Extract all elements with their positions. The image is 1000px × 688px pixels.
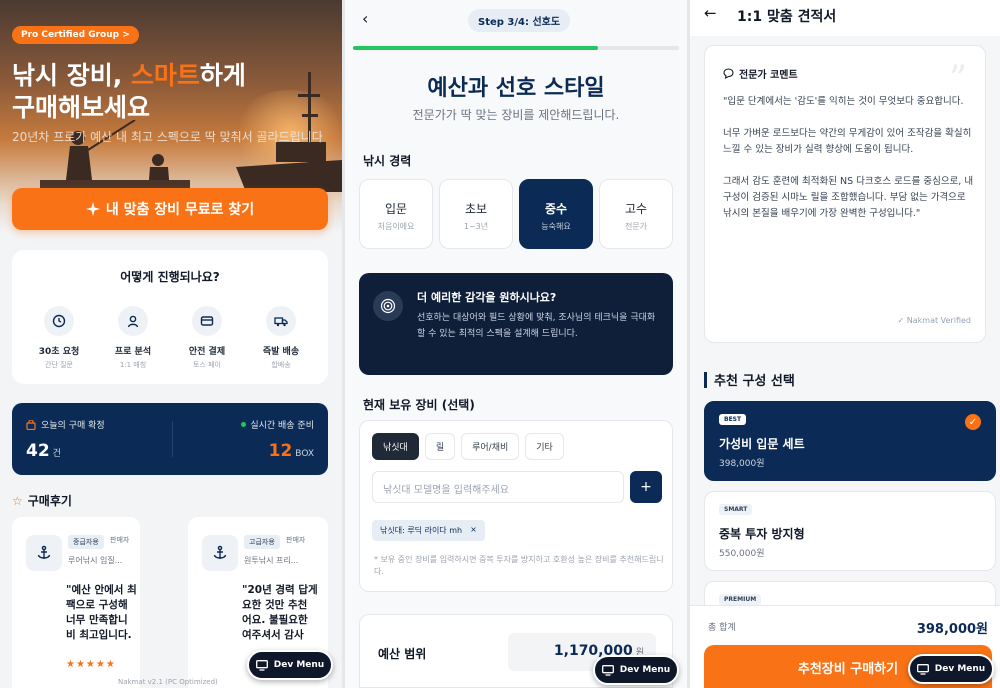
dev-menu-button[interactable]: Dev Menu — [247, 650, 333, 680]
add-gear-button[interactable]: + — [630, 471, 662, 503]
dev-menu-button[interactable]: Dev Menu — [593, 655, 679, 685]
total-value: 398,000원 — [916, 622, 988, 637]
chip-etc[interactable]: 기타 — [525, 433, 564, 460]
tip-card: 더 예리한 감각을 원하시나요? 선호하는 대상어와 필드 상황에 맞춰, 조사… — [359, 273, 673, 375]
stat-left-value: 42 건 — [26, 441, 61, 461]
level-intermediate[interactable]: 중수 능숙해요 — [519, 179, 593, 249]
hero-subtitle: 20년차 프로가 예산 내 최고 스펙으로 딱 맞춰서 골라드립니다 — [12, 130, 323, 144]
live-dot — [241, 422, 247, 427]
progress-bar — [353, 46, 679, 50]
home-panel: Pro Certified Group > 낚시 장비, 스마트하게 구매해보세요… — [0, 0, 342, 688]
clock-icon — [44, 306, 74, 336]
sparkle-icon — [85, 202, 100, 216]
process-card: 어떻게 진행되나요? 30초 요청 간단 질문 프로 분석 1:1 매칭 안전 … — [12, 250, 328, 384]
version-text: Nakmat v2.1 (PC Optimized) — [118, 678, 218, 686]
step-payment: 안전 결제 토스 페이 — [174, 306, 240, 370]
total-label: 총 합계 — [708, 623, 736, 633]
expert-comment-card: 전문가 코멘트 ” "입문 단계에서는 '감도'를 익히는 것이 무엇보다 중요… — [704, 45, 986, 343]
find-gear-label: 내 맞춤 장비 무료로 찾기 — [105, 202, 255, 218]
budget-label: 예산 범위 — [378, 647, 427, 661]
stats-card: 오늘의 구매 확정 42 건 실시간 배송 준비 12 BOX — [12, 403, 328, 475]
comment-text: "입문 단계에서는 '감도'를 익히는 것이 무엇보다 중요합니다. 너무 가벼… — [723, 96, 974, 219]
page-title: 예산과 선호 스타일 — [427, 76, 605, 101]
tip-body: 선호하는 대상어와 필드 상황에 맞춰, 조사님의 테크닉을 극대화할 수 있는… — [417, 313, 656, 339]
target-icon — [373, 291, 403, 321]
review-product: 루어낚시 입질... — [68, 556, 123, 565]
review-seller: 판매자 — [286, 536, 306, 544]
level-beginner[interactable]: 입문 처음이에요 — [359, 179, 433, 249]
step-request: 30초 요청 간단 질문 — [26, 306, 92, 370]
review-level-tag: 중급자용 — [68, 535, 104, 549]
gear-label: 현재 보유 장비 (선택) — [363, 398, 475, 412]
gear-model-input[interactable]: 낚싯대 모델명을 입력해주세요 — [372, 471, 624, 503]
review-body: "20년 경력 답게 요한 것만 추천 어요. 불필요한 여주셔서 감사 — [242, 584, 318, 641]
monitor-icon — [916, 663, 929, 675]
quote-panel: ← 1:1 맞춤 견적서 전문가 코멘트 ” "입문 단계에서는 '감도'를 익… — [690, 0, 1000, 688]
monitor-icon — [601, 664, 614, 676]
progress-fill — [353, 46, 598, 50]
card-icon — [192, 306, 222, 336]
stat-right-label: 실시간 배송 준비 — [241, 418, 314, 431]
review-stars: ★★★★★ — [66, 659, 116, 670]
step-analysis: 프로 분석 1:1 매칭 — [100, 306, 166, 370]
step-delivery: 즉발 배송 합배송 — [248, 306, 314, 370]
hero-headline: 낚시 장비, 스마트하게 구매해보세요 — [12, 61, 246, 122]
dev-menu-button[interactable]: Dev Menu — [908, 654, 994, 684]
gear-card: 낚싯대 릴 루어/채비 기타 낚싯대 모델명을 입력해주세요 + 낚싯대: 루딕… — [359, 420, 673, 592]
level-expert[interactable]: 고수 전문가 — [599, 179, 673, 249]
experience-label: 낚시 경력 — [363, 154, 412, 168]
chip-rod[interactable]: 낚싯대 — [372, 433, 419, 460]
check-icon: ✓ — [965, 414, 981, 430]
chip-lure[interactable]: 루어/채비 — [461, 433, 520, 460]
review-level-tag: 고급자용 — [244, 535, 280, 549]
gear-tag: 낚싯대: 루딕 라이다 mh × — [372, 520, 485, 541]
comment-heading: 전문가 코멘트 — [723, 66, 798, 81]
page-title: 1:1 맞춤 견적서 — [737, 9, 837, 25]
reviews-heading: ☆ 구매후기 — [12, 493, 72, 509]
review-body: "예산 안에서 최 팩으로 구성해 너무 만족합니 비 최고입니다. — [66, 584, 137, 641]
star-icon: ☆ — [12, 493, 23, 508]
level-novice[interactable]: 초보 1~3년 — [439, 179, 513, 249]
review-seller: 판매자 — [110, 536, 130, 544]
wizard-panel: ‹ Step 3/4: 선호도 예산과 선호 스타일 전문가가 딱 맞는 장비를… — [345, 0, 687, 688]
tip-title: 더 예리한 감각을 원하시나요? — [417, 291, 557, 304]
top-bar: ← 1:1 맞춤 견적서 — [690, 0, 1000, 36]
step-indicator: Step 3/4: 선호도 — [468, 9, 571, 32]
page-subtitle: 전문가가 딱 맞는 장비를 제안해드립니다. — [412, 108, 620, 122]
back-chevron-icon[interactable]: ‹ — [362, 9, 368, 28]
review-card[interactable]: 중급자용 판매자 루어낚시 입질... "예산 안에서 최 팩으로 구성해 너무… — [12, 517, 140, 688]
back-arrow-icon[interactable]: ← — [704, 4, 717, 22]
truck-icon — [266, 306, 296, 336]
remove-tag-icon[interactable]: × — [470, 525, 477, 536]
stat-left-label: 오늘의 구매 확정 — [26, 418, 105, 431]
process-title: 어떻게 진행되나요? — [120, 270, 220, 284]
quote-mark-icon: ” — [948, 59, 967, 100]
monitor-icon — [255, 659, 268, 671]
anchor-icon — [202, 535, 238, 571]
option-smart[interactable]: SMART 중복 투자 방지형 550,000원 — [704, 491, 996, 571]
anchor-icon — [26, 535, 62, 571]
user-icon — [118, 306, 148, 336]
option-best[interactable]: BEST 가성비 입문 세트 398,000원 ✓ — [704, 401, 996, 481]
stat-right-value: 12 BOX — [268, 441, 314, 461]
review-product: 원투낚시 프리... — [244, 556, 299, 565]
chat-bubble-icon — [723, 68, 734, 79]
pro-certified-badge[interactable]: Pro Certified Group > — [12, 26, 139, 44]
chip-reel[interactable]: 릴 — [424, 433, 456, 460]
recommend-heading: 추천 구성 선택 — [704, 370, 795, 389]
verified-badge: ✓ Nakmat Verified — [897, 316, 971, 325]
gear-note: * 보유 중인 장비를 입력하시면 중복 투자를 방지하고 호환성 높은 장비를… — [374, 555, 664, 576]
bag-icon — [26, 419, 36, 430]
find-gear-button[interactable]: 내 맞춤 장비 무료로 찾기 — [12, 188, 328, 230]
